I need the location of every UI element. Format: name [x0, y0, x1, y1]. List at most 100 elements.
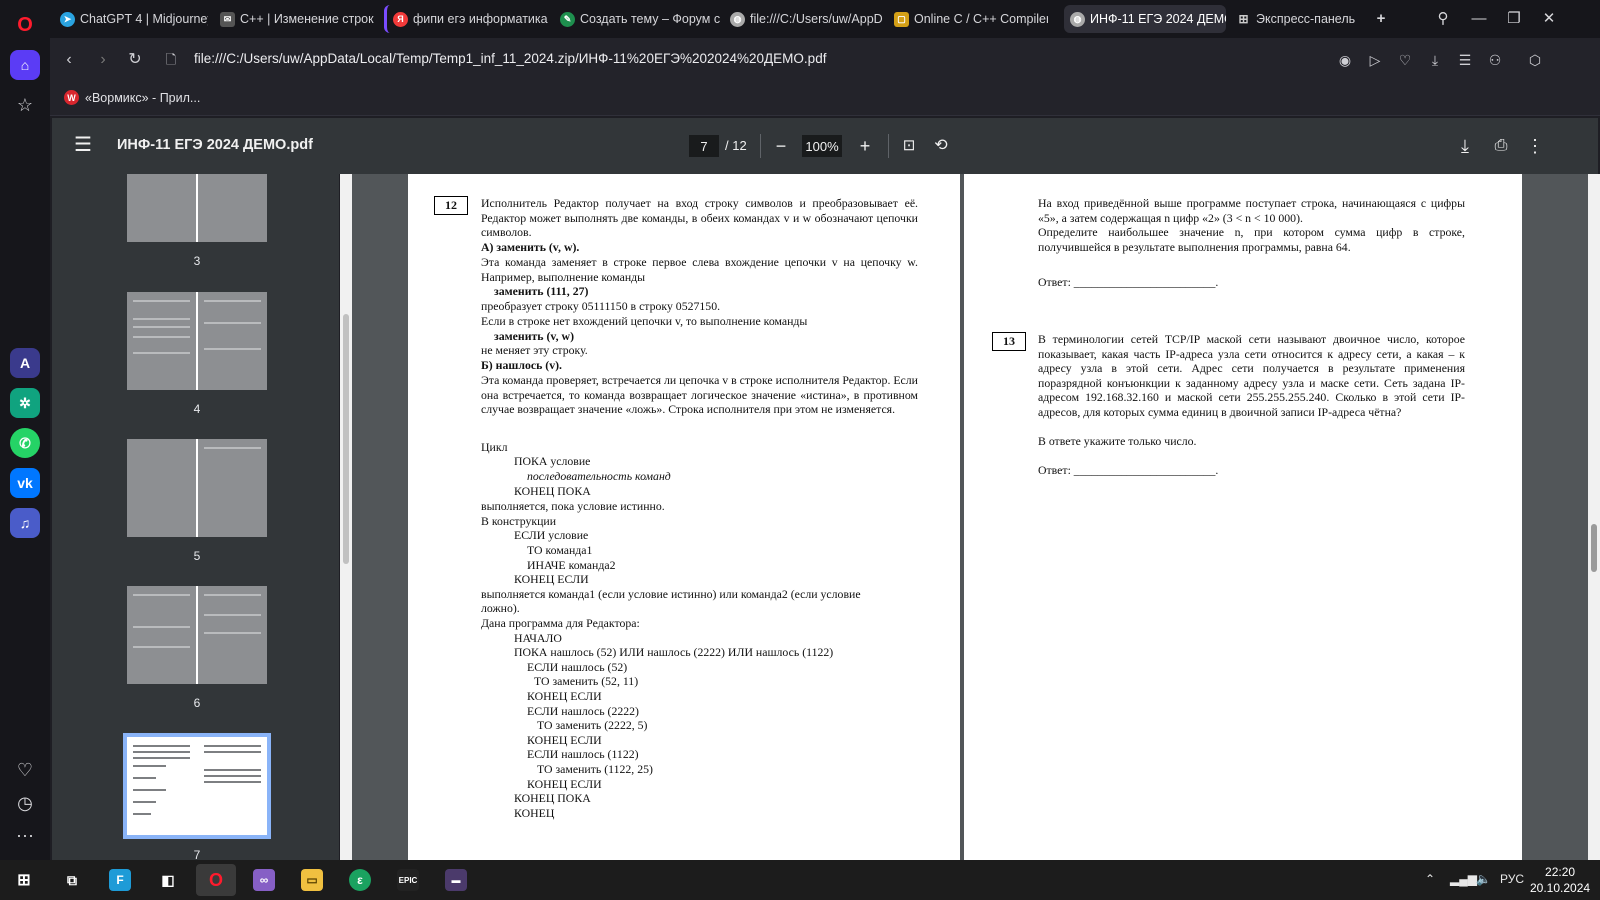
- heart-icon[interactable]: ♡: [1394, 49, 1416, 71]
- program-line: ЕСЛИ нашлось (1122): [527, 747, 639, 761]
- download-icon[interactable]: ⤓: [1452, 133, 1478, 159]
- tab-label: ИНФ-11 ЕГЭ 2024 ДЕМО.: [1090, 12, 1226, 26]
- language-indicator[interactable]: РУС: [1500, 872, 1524, 886]
- opera-logo-icon[interactable]: O: [10, 10, 40, 40]
- app-f[interactable]: F: [100, 864, 140, 896]
- whatsapp-icon[interactable]: ✆: [10, 428, 40, 458]
- search-icon[interactable]: ⚲: [1432, 8, 1454, 30]
- close-window-button[interactable]: ✕: [1538, 8, 1560, 30]
- network-icon[interactable]: ▂▄▆: [1450, 872, 1477, 886]
- app-game[interactable]: ◧: [148, 864, 188, 896]
- rotate-icon[interactable]: ⟲: [928, 133, 954, 159]
- task-view-icon: ⧉: [67, 871, 77, 888]
- tab-file[interactable]: ◍ file:///C:/Users/uw/AppD: [724, 5, 886, 33]
- pdf-page-left: 12 Исполнитель Редактор получает на вход…: [408, 174, 960, 860]
- zoom-out-button[interactable]: −: [768, 133, 794, 159]
- star-icon[interactable]: ☆: [10, 90, 40, 120]
- address-input[interactable]: file:///C:/Users/uw/AppData/Local/Temp/T…: [194, 51, 826, 66]
- tab-compiler[interactable]: ▢ Online C / C++ Compiler: [888, 5, 1048, 33]
- mail-icon: ✉: [220, 11, 235, 27]
- zoom-input[interactable]: [802, 135, 842, 157]
- telegram-icon: ➤: [60, 11, 75, 27]
- menu-icon[interactable]: ☰: [74, 135, 94, 155]
- maximize-button[interactable]: ❐: [1503, 8, 1525, 30]
- heart-icon[interactable]: ♡: [10, 755, 40, 785]
- tab-label: ChatGPT 4 | Midjourney |: [80, 12, 208, 26]
- bookmark-wormix[interactable]: W «Вормикс» - Прил...: [64, 90, 200, 105]
- profile-icon[interactable]: ⚇: [1484, 49, 1506, 71]
- while-line: ПОКА условие: [514, 454, 591, 468]
- scrollbar-thumb[interactable]: [1591, 524, 1597, 572]
- tab-cpp-forum[interactable]: ✉ C++ | Изменение строки: [214, 5, 374, 33]
- cmd-b-desc: Эта команда проверяет, встречается ли це…: [481, 373, 918, 417]
- thumbnail-scrollbar[interactable]: [340, 174, 352, 860]
- document-scrollbar[interactable]: [1588, 174, 1600, 860]
- more-icon[interactable]: ···: [10, 820, 40, 850]
- print-icon[interactable]: ⎙: [1488, 133, 1514, 159]
- thumbnail-page-3[interactable]: [127, 174, 267, 242]
- tab-pdf-active[interactable]: ◍ ИНФ-11 ЕГЭ 2024 ДЕМО.: [1064, 5, 1226, 33]
- extensions-icon[interactable]: ⬡: [1524, 49, 1546, 71]
- task-view-button[interactable]: ⧉: [52, 864, 92, 896]
- epic-games-icon: EPIC: [397, 869, 419, 891]
- fit-page-icon[interactable]: ⊡: [896, 133, 922, 159]
- app-epic[interactable]: EPIC: [388, 864, 428, 896]
- app-green[interactable]: ε: [340, 864, 380, 896]
- easy-setup-icon[interactable]: ☰: [1454, 49, 1476, 71]
- chevron-up-icon[interactable]: ⌃: [1425, 872, 1435, 886]
- thumbnail-label: 6: [193, 696, 201, 710]
- example-result: преобразует строку 05111150 в строку 052…: [481, 299, 721, 313]
- volume-icon[interactable]: 🔈: [1476, 872, 1491, 886]
- globe-icon: ◍: [730, 11, 745, 27]
- app-explorer[interactable]: ▭: [292, 864, 332, 896]
- history-icon[interactable]: ◷: [10, 788, 40, 818]
- answer-line[interactable]: Ответ: ________________________.: [1038, 463, 1218, 478]
- download-icon[interactable]: ⤓: [1424, 49, 1446, 71]
- play-icon[interactable]: ▷: [1364, 49, 1386, 71]
- then-line: ТО команда1: [527, 543, 593, 557]
- tab-strip: ➤ ChatGPT 4 | Midjourney | ✉ C++ | Измен…: [50, 0, 1600, 38]
- tab-create-topic[interactable]: ✎ Создать тему – Форум сс: [554, 5, 720, 33]
- in-construct: В конструкции: [481, 514, 557, 528]
- program-line: КОНЕЦ ЕСЛИ: [527, 689, 602, 703]
- zoom-in-button[interactable]: +: [852, 133, 878, 159]
- camera-icon[interactable]: ◉: [1334, 49, 1356, 71]
- scrollbar-thumb[interactable]: [343, 314, 349, 564]
- new-tab-button[interactable]: +: [1370, 8, 1392, 30]
- tab-label: Создать тему – Форум сс: [580, 12, 720, 26]
- tab-speed-dial[interactable]: ⊞ Экспресс-панель: [1230, 5, 1360, 33]
- back-button[interactable]: ‹: [58, 49, 80, 71]
- else-line: ИНАЧЕ команда2: [527, 558, 616, 572]
- pdf-toolbar: ☰ ИНФ-11 ЕГЭ 2024 ДЕМО.pdf / 12 − + ⊡ ⟲ …: [52, 118, 1598, 174]
- app-visual-studio[interactable]: ∞: [244, 864, 284, 896]
- task13-note: В ответе укажите только число.: [1038, 434, 1197, 448]
- clock[interactable]: 22:20 20.10.2024: [1530, 864, 1590, 896]
- forward-button[interactable]: ›: [92, 49, 114, 71]
- thumbnail-page-5[interactable]: [127, 439, 267, 537]
- minimize-button[interactable]: —: [1468, 8, 1490, 30]
- clock-date: 20.10.2024: [1530, 881, 1591, 895]
- page-number-input[interactable]: [689, 135, 719, 157]
- thumbnail-label: 5: [193, 549, 201, 563]
- chatgpt-icon[interactable]: ✲: [10, 388, 40, 418]
- more-options-icon[interactable]: ⋮: [1522, 133, 1548, 159]
- vk-icon[interactable]: vk: [10, 468, 40, 498]
- music-icon[interactable]: ♫: [10, 508, 40, 538]
- tab-chatgpt[interactable]: ➤ ChatGPT 4 | Midjourney |: [54, 5, 208, 33]
- toolbar-divider: [760, 134, 761, 158]
- cmd-vw: заменить (v, w): [494, 329, 575, 343]
- thumbnail-page-7[interactable]: [123, 733, 271, 839]
- program-line: НАЧАЛО: [514, 631, 562, 645]
- start-button[interactable]: ⊞: [4, 864, 44, 896]
- thumbnail-page-6[interactable]: [127, 586, 267, 684]
- answer-line[interactable]: Ответ: ________________________.: [1038, 275, 1218, 290]
- home-icon[interactable]: ⌂: [10, 50, 40, 80]
- end-while-line: КОНЕЦ ПОКА: [514, 484, 591, 498]
- tab-fipi[interactable]: Я фипи егэ информатика: [384, 5, 550, 33]
- app-terminal[interactable]: ▬: [436, 864, 476, 896]
- aria-icon[interactable]: A: [10, 348, 40, 378]
- reload-button[interactable]: ↻: [124, 49, 146, 71]
- thumbnail-page-4[interactable]: [127, 292, 267, 390]
- yandex-icon: Я: [393, 11, 408, 27]
- app-opera[interactable]: O: [196, 864, 236, 896]
